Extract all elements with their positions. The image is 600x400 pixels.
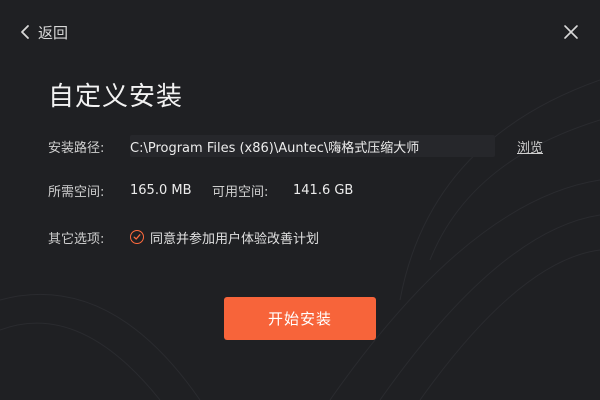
available-space-value: 141.6 GB xyxy=(293,182,354,198)
install-path-value: C:\Program Files (x86)\Auntec\嗨格式压缩大师 xyxy=(130,140,420,156)
close-icon xyxy=(564,25,578,39)
options-row: 其它选项: 同意并参加用户体验改善计划 xyxy=(48,226,319,248)
available-space-label: 可用空间: xyxy=(212,184,269,200)
browse-link[interactable]: 浏览 xyxy=(517,137,543,156)
agree-label[interactable]: 同意并参加用户体验改善计划 xyxy=(150,228,319,247)
required-space-label: 所需空间: xyxy=(48,184,105,200)
page-title: 自定义安装 xyxy=(48,82,184,112)
agree-checkbox[interactable] xyxy=(130,230,144,244)
space-row: 所需空间: 165.0 MB 可用空间: 141.6 GB xyxy=(48,179,353,201)
top-bar: 返回 xyxy=(0,0,600,64)
chevron-left-icon xyxy=(21,25,29,39)
start-install-button[interactable]: 开始安装 xyxy=(224,297,376,340)
close-button[interactable] xyxy=(560,21,582,43)
required-space-value: 165.0 MB xyxy=(130,182,192,198)
back-label: 返回 xyxy=(38,23,69,42)
install-path-field[interactable]: C:\Program Files (x86)\Auntec\嗨格式压缩大师 xyxy=(130,135,495,157)
install-path-label: 安装路径: xyxy=(48,140,105,156)
install-path-row: 安装路径: xyxy=(48,135,130,157)
options-label: 其它选项: xyxy=(48,231,105,247)
back-button[interactable]: 返回 xyxy=(20,20,68,44)
check-icon xyxy=(133,234,141,240)
